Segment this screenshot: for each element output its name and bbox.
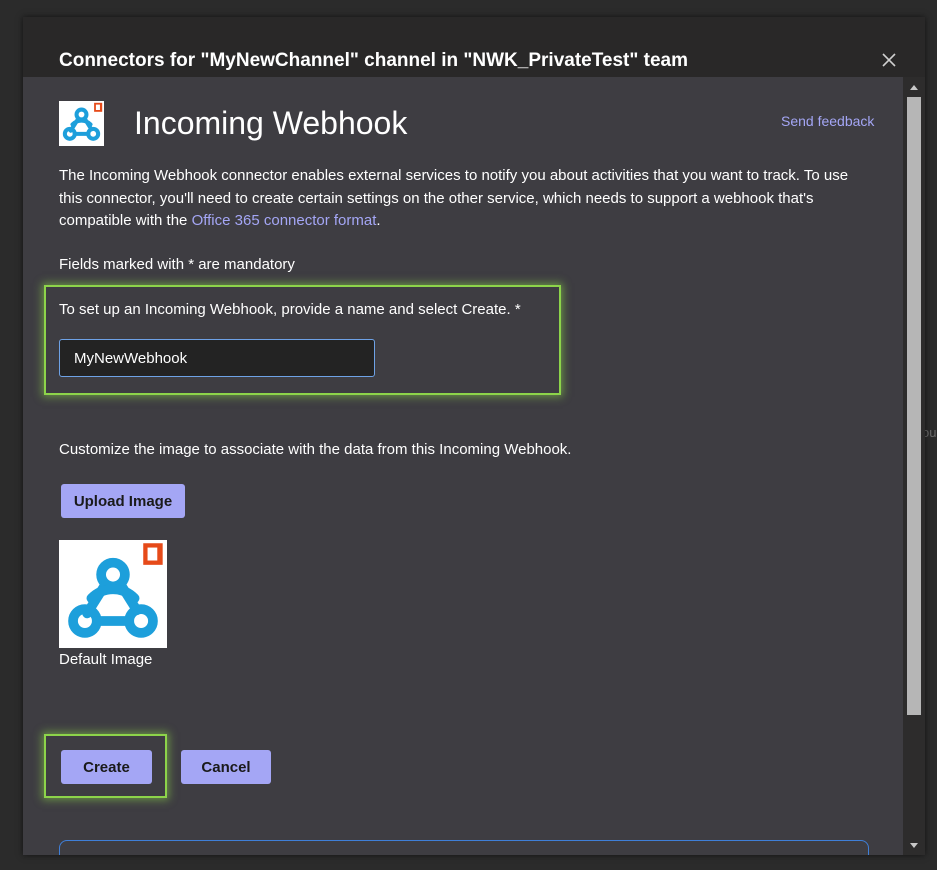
default-image-caption: Default Image	[59, 651, 153, 668]
description-end: .	[376, 212, 381, 229]
connector-format-link[interactable]: Office 365 connector format	[192, 212, 377, 229]
create-button[interactable]: Create	[61, 750, 152, 784]
scroll-down-arrow-icon[interactable]	[908, 838, 920, 850]
scroll-up-arrow-icon[interactable]	[908, 81, 920, 93]
cancel-button[interactable]: Cancel	[181, 750, 271, 784]
dialog-content: Incoming Webhook Send feedback The Incom…	[23, 77, 903, 855]
connector-description: The Incoming Webhook connector enables e…	[59, 165, 874, 233]
connector-dialog: Connectors for "MyNewChannel" channel in…	[23, 17, 925, 855]
upload-image-button[interactable]: Upload Image	[61, 484, 185, 518]
webhook-logo-icon	[59, 101, 104, 146]
scrollbar-thumb[interactable]	[907, 97, 921, 715]
webhook-name-input[interactable]	[59, 339, 375, 377]
mandatory-note: Fields marked with * are mandatory	[59, 256, 295, 273]
scrollbar[interactable]	[903, 77, 925, 855]
description-text: The Incoming Webhook connector enables e…	[59, 167, 849, 229]
bottom-card	[59, 840, 869, 855]
default-image	[59, 540, 167, 648]
send-feedback-link[interactable]: Send feedback	[781, 113, 874, 129]
webhook-name-label: To set up an Incoming Webhook, provide a…	[59, 301, 521, 318]
close-icon[interactable]	[879, 50, 899, 70]
connector-name: Incoming Webhook	[134, 105, 408, 141]
dialog-title: Connectors for "MyNewChannel" channel in…	[59, 50, 689, 71]
dialog-header: Connectors for "MyNewChannel" channel in…	[23, 17, 925, 77]
customize-image-label: Customize the image to associate with th…	[59, 441, 572, 458]
